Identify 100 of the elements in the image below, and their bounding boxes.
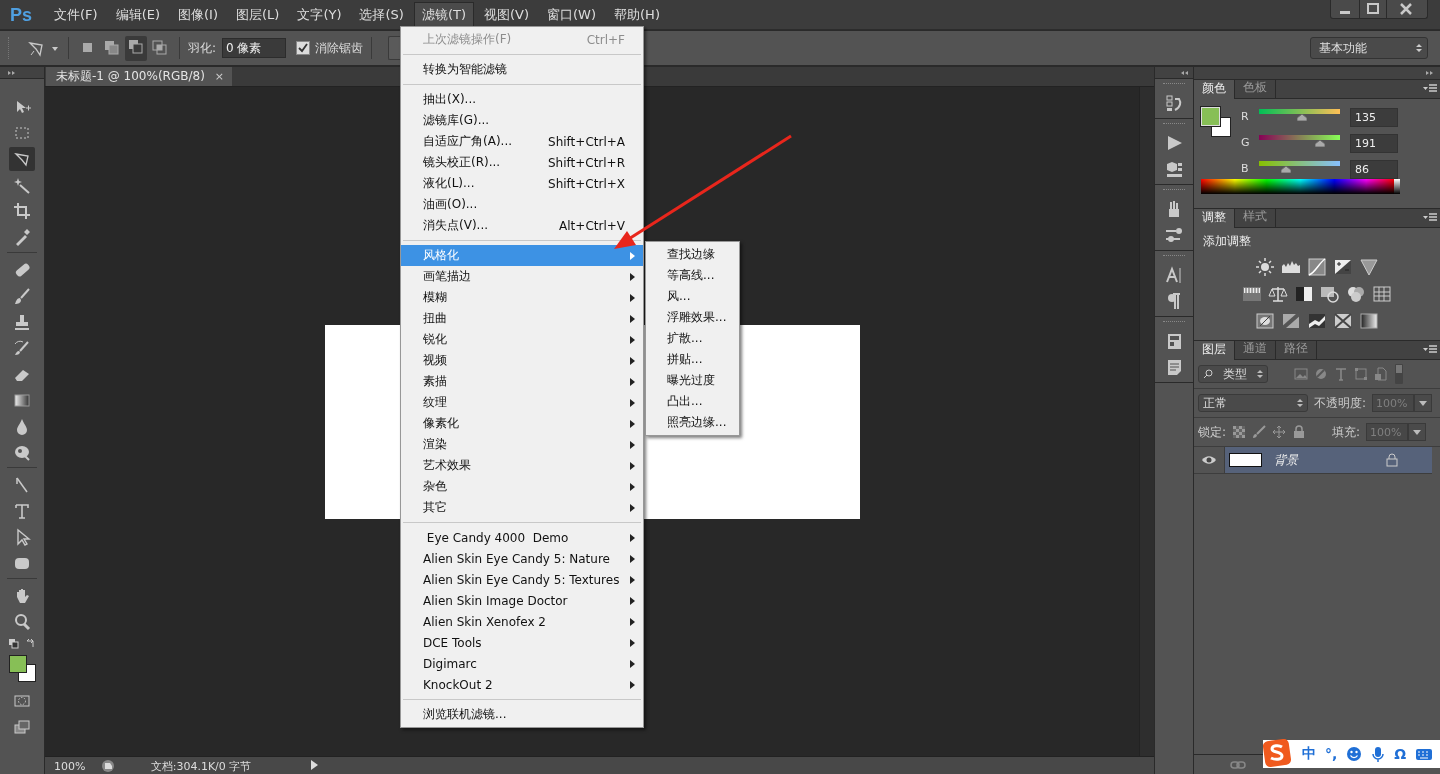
scrollbar[interactable] [1139, 87, 1154, 756]
character-icon[interactable] [1165, 266, 1183, 284]
cube-icon[interactable] [1165, 160, 1183, 178]
menu-item[interactable]: Eye Candy 4000 Demo [401, 527, 643, 548]
menu-item[interactable]: 镜头校正(R)... Shift+Ctrl+R [401, 152, 643, 173]
lasso-icon[interactable] [13, 150, 31, 168]
play-icon[interactable] [1165, 134, 1183, 152]
menu-item[interactable]: 浮雕效果... [646, 307, 739, 328]
marquee-icon[interactable] [13, 124, 31, 142]
magic-wand-icon[interactable] [13, 176, 31, 194]
punctuation-toggle[interactable]: °, [1325, 746, 1338, 762]
menu-item[interactable]: 滤镜(T) [413, 2, 474, 28]
menu-item[interactable]: 图层(L) [228, 2, 288, 28]
keyboard-icon[interactable] [1415, 746, 1434, 762]
lock-icon[interactable] [1292, 425, 1307, 439]
menu-item[interactable]: 模糊 [401, 287, 643, 308]
menu-item[interactable]: 编辑(E) [107, 2, 168, 28]
menu-item[interactable]: 自适应广角(A)... Shift+Ctrl+A [401, 131, 643, 152]
lock-brush-icon[interactable] [1252, 425, 1267, 439]
blend-mode-dropdown[interactable]: 正常 [1198, 394, 1308, 412]
menu-item[interactable]: 曝光过度 [646, 370, 739, 391]
smiley-icon[interactable] [1346, 746, 1363, 762]
history-brush-icon[interactable] [13, 339, 31, 357]
expand-icon[interactable] [1426, 70, 1434, 76]
menu-item[interactable]: 扭曲 [401, 308, 643, 329]
menu-item[interactable]: 画笔描边 [401, 266, 643, 287]
menu-item[interactable]: 图像(I) [170, 2, 226, 28]
slider-thumb[interactable] [1314, 140, 1325, 147]
opacity-dropdown-button[interactable] [1414, 394, 1433, 412]
menu-item[interactable]: KnockOut 2 [401, 674, 643, 695]
exposure-icon[interactable] [1332, 257, 1353, 277]
menu-item[interactable]: 查找边缘 [646, 244, 739, 265]
brightness-icon[interactable] [1254, 257, 1275, 277]
slider-thumb[interactable] [1281, 166, 1292, 173]
menu-item[interactable]: 滤镜库(G)... [401, 110, 643, 131]
document-tab[interactable]: 未标题-1 @ 100%(RGB/8) × [46, 67, 233, 86]
menu-item[interactable]: Alien Skin Xenofex 2 [401, 611, 643, 632]
panel-tab[interactable]: 调整 [1194, 209, 1235, 228]
menu-item[interactable]: 视图(V) [476, 2, 538, 28]
feather-field[interactable]: 0 像素 [222, 38, 287, 58]
lock-transparent-icon[interactable] [1232, 425, 1247, 439]
menu-item[interactable]: 窗口(W) [539, 2, 605, 28]
menu-item[interactable]: 转换为智能滤镜 [401, 59, 643, 80]
channel-mixer-icon[interactable] [1345, 284, 1366, 304]
menu-item[interactable]: 油画(O)... [401, 194, 643, 215]
menu-item[interactable]: 扩散... [646, 328, 739, 349]
hue-icon[interactable] [1241, 284, 1262, 304]
layer-filter-dropdown[interactable]: 类型 [1198, 365, 1268, 383]
panel-tab[interactable]: 色板 [1235, 79, 1276, 98]
threshold-icon[interactable] [1306, 311, 1327, 331]
menu-item[interactable]: 抽出(X)... [401, 89, 643, 110]
menu-item[interactable]: 文字(Y) [289, 2, 350, 28]
panel-tab[interactable]: 图层 [1194, 341, 1235, 360]
menu-item[interactable]: 凸出... [646, 391, 739, 412]
stamp-icon[interactable] [13, 313, 31, 331]
dock-header[interactable] [1155, 67, 1193, 79]
channel-value-field[interactable]: 135 [1350, 108, 1398, 127]
panel-tab[interactable]: 样式 [1235, 208, 1276, 227]
triangle-icon[interactable] [1358, 257, 1379, 277]
checkbox[interactable] [296, 41, 311, 55]
panel-menu-icon[interactable] [1423, 344, 1437, 354]
menu-item[interactable]: DCE Tools [401, 632, 643, 653]
menu-item[interactable]: 艺术效果 [401, 455, 643, 476]
brush-icon[interactable] [13, 287, 31, 305]
invert-icon[interactable] [1254, 311, 1275, 331]
collapse-icon[interactable] [1181, 69, 1189, 76]
close-tab-button[interactable]: × [214, 70, 225, 83]
color-swatches[interactable] [7, 653, 37, 683]
menu-item[interactable]: 纹理 [401, 392, 643, 413]
quick-mask-icon[interactable] [13, 692, 31, 710]
lock-position-icon[interactable] [1272, 425, 1287, 439]
gradient-icon[interactable] [13, 391, 31, 409]
menu-item[interactable]: 拼贴... [646, 349, 739, 370]
menu-item[interactable]: 杂色 [401, 476, 643, 497]
menu-item[interactable]: Alien Skin Image Doctor [401, 590, 643, 611]
panel-tab[interactable]: 路径 [1276, 340, 1317, 359]
crop-icon[interactable] [13, 202, 31, 220]
menu-item[interactable]: 文件(F) [46, 2, 106, 28]
gradient-map-icon[interactable] [1358, 311, 1379, 331]
panel-tab[interactable]: 颜色 [1194, 80, 1235, 99]
microphone-icon[interactable] [1371, 745, 1386, 763]
panel-menu-icon[interactable] [1423, 83, 1437, 93]
pen-icon[interactable] [13, 476, 31, 494]
grid-icon[interactable] [1371, 284, 1392, 304]
screen-mode-icon[interactable] [13, 718, 31, 736]
zoom-icon[interactable] [13, 613, 31, 631]
document-status-icon[interactable] [100, 758, 116, 774]
slider-thumb[interactable] [1296, 114, 1307, 121]
menu-item[interactable]: 其它 [401, 497, 643, 518]
menu-item[interactable]: 锐化 [401, 329, 643, 350]
menu-item[interactable]: 渲染 [401, 434, 643, 455]
menu-item[interactable]: Alien Skin Eye Candy 5: Nature [401, 548, 643, 569]
dodge-icon[interactable] [13, 443, 31, 461]
color-swatches[interactable] [1201, 107, 1233, 139]
play-icon[interactable] [310, 758, 320, 771]
menu-item[interactable]: 像素化 [401, 413, 643, 434]
fill-dropdown-button[interactable] [1408, 423, 1427, 441]
menu-item[interactable]: 风... [646, 286, 739, 307]
menu-item[interactable]: 素描 [401, 371, 643, 392]
menu-item[interactable]: 帮助(H) [606, 2, 668, 28]
